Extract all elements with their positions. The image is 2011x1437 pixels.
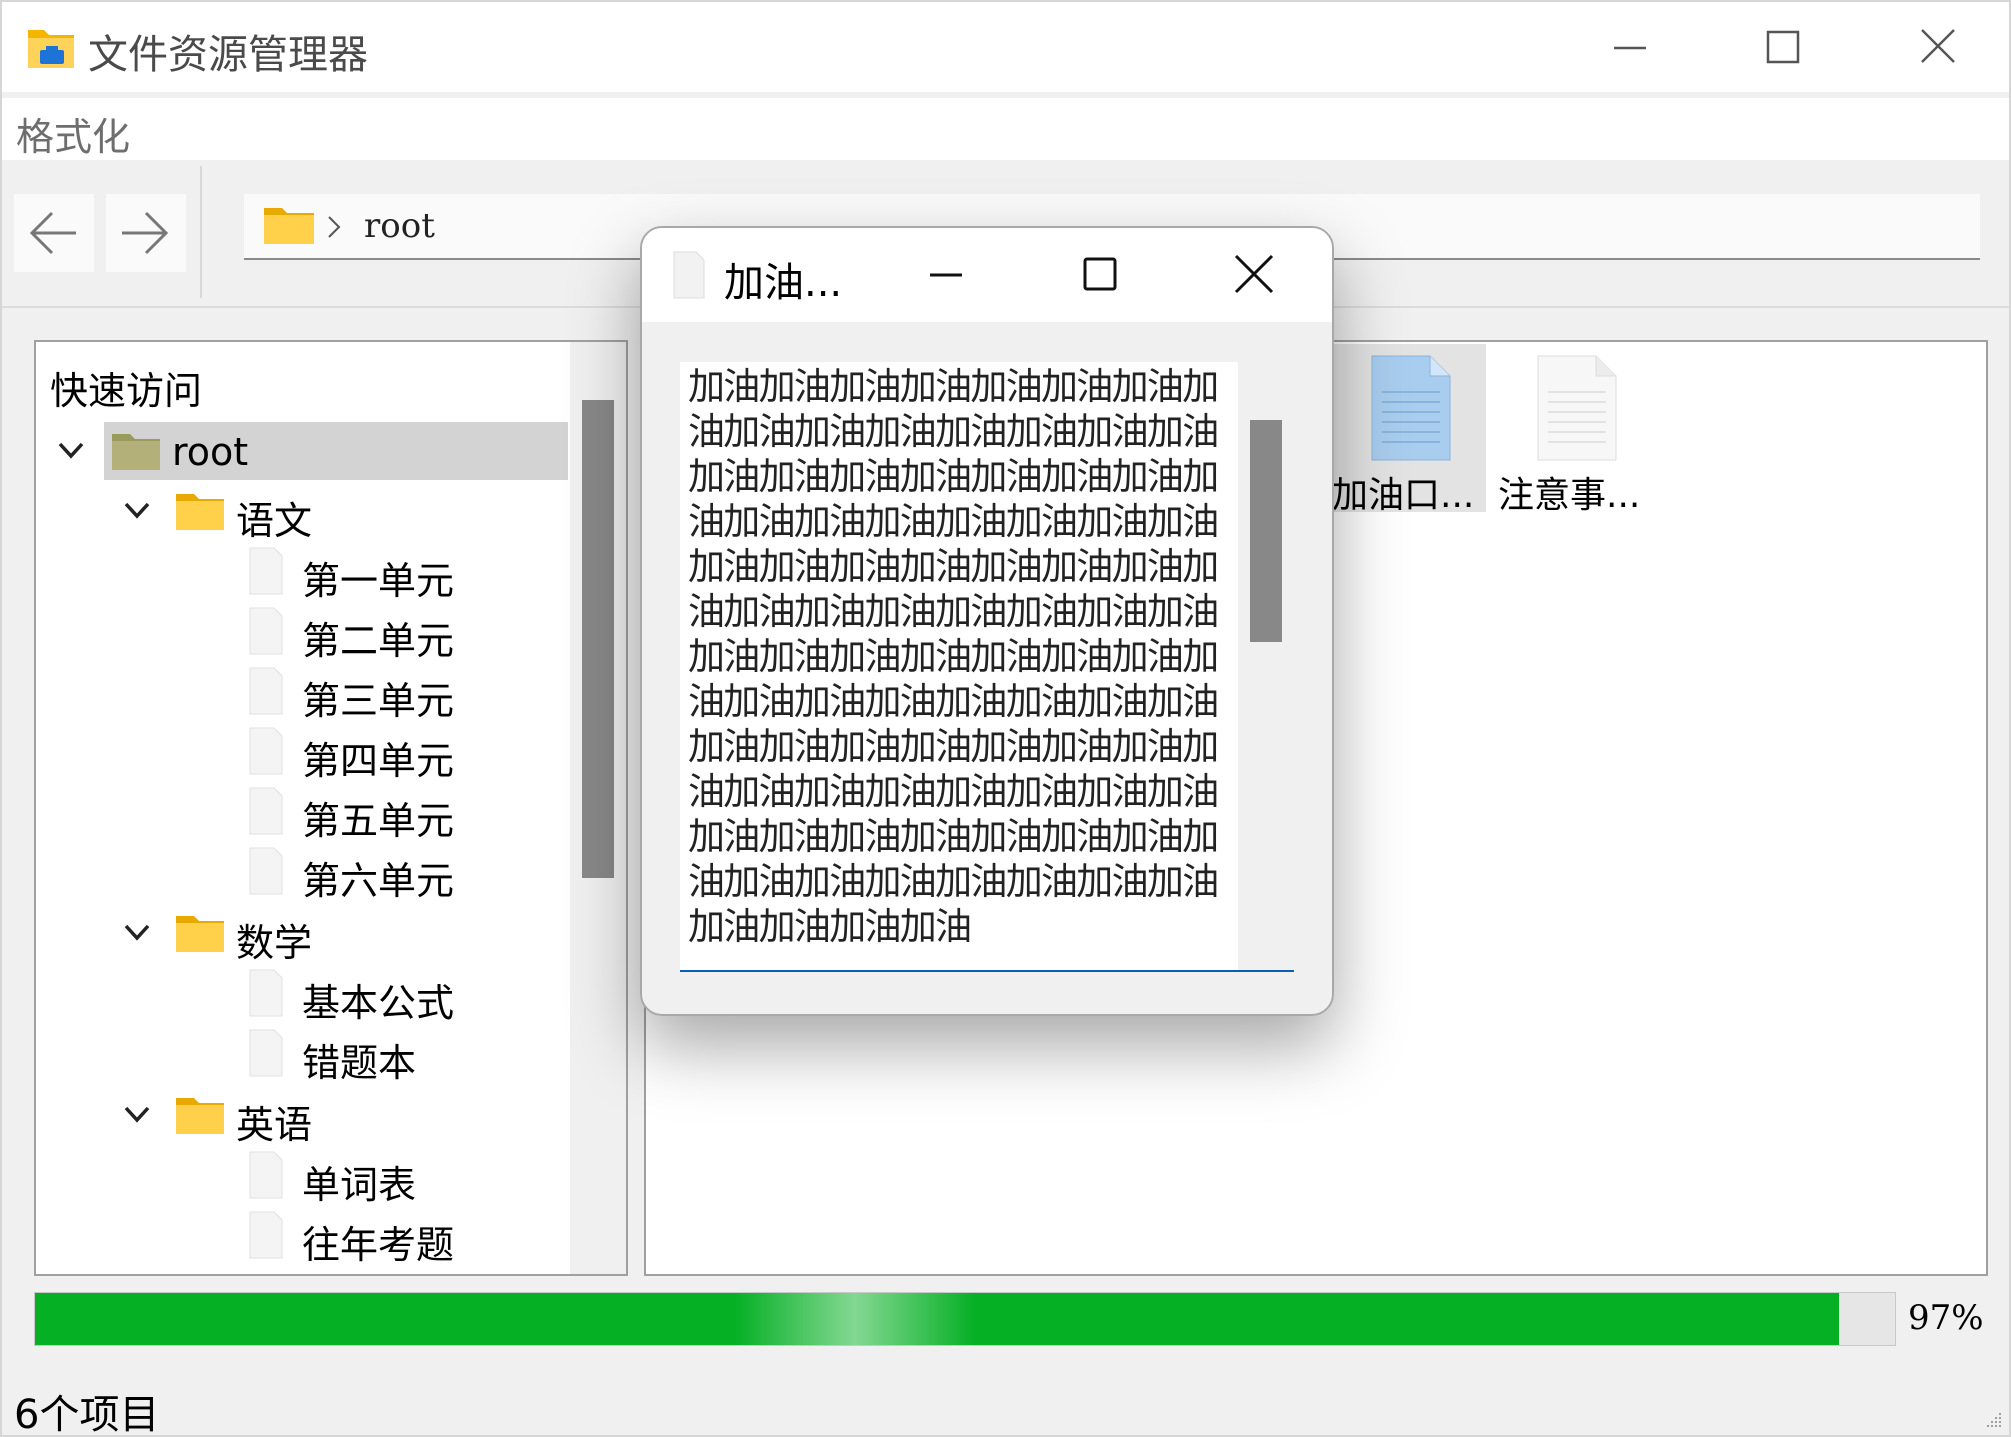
document-icon [249,787,283,835]
chevron-down-icon[interactable] [120,500,154,522]
minimize-icon[interactable] [918,248,974,302]
document-icon [249,847,283,895]
tree-label: 第三单元 [302,679,455,723]
back-button[interactable] [14,194,94,272]
document-icon [249,1151,283,1199]
dialog-scrollbar[interactable] [1238,362,1294,970]
chevron-down-icon[interactable] [120,1104,154,1126]
menu-bar: 格式化 [2,98,2009,160]
progress-fill [35,1293,1840,1345]
folder-icon [176,916,224,952]
tree-file[interactable]: 第五单元 [248,782,548,843]
tree-label: root [172,430,249,474]
tree-file[interactable]: 第一单元 [248,542,548,603]
progress-bar [34,1292,1896,1346]
tree-label: 第四单元 [302,739,455,783]
arrow-left-icon [29,211,76,255]
document-icon [249,607,283,655]
folder-icon [112,434,160,470]
arrow-right-icon [122,211,169,255]
tree-label: 英语 [236,1103,313,1147]
toolbar-separator [200,166,202,298]
file-name: 加油口... [1332,475,1475,516]
navigation-tree: 快速访问 root 语文 第一单元 第二单元 第三单元 第四单元 第五单元 第六… [34,340,628,1276]
tree-label: 错题本 [302,1041,417,1085]
file-preview-dialog: 加油... 加油加油加油加油加油加油加油加油加油加油加油加油加油加油加油加油加油… [640,226,1334,1016]
tree-label: 数学 [236,921,313,965]
tree-folder-chinese[interactable]: 语文 [174,482,554,543]
tree-label: 往年考题 [302,1223,455,1267]
chevron-right-icon [328,216,341,238]
quick-access-header: 快速访问 [50,369,203,413]
tree-label: 基本公式 [302,981,455,1025]
chevron-down-icon[interactable] [120,922,154,944]
document-icon [249,1211,283,1259]
tree-file[interactable]: 第四单元 [248,722,548,783]
tree-label: 单词表 [302,1163,417,1207]
folder-app-icon [28,30,74,68]
dialog-scrollbar-thumb[interactable] [1250,420,1282,642]
document-icon [249,667,283,715]
document-icon [249,1029,283,1077]
close-icon[interactable] [1226,248,1282,302]
tree-scrollbar[interactable] [570,342,626,1274]
maximize-icon[interactable] [1072,248,1128,302]
tree-folder-english[interactable]: 英语 [174,1086,554,1147]
tree-file[interactable]: 第三单元 [248,662,548,723]
text-document-icon [1537,355,1617,461]
file-name: 注意事... [1498,475,1641,516]
document-icon [249,727,283,775]
dialog-title-bar[interactable]: 加油... [642,228,1332,322]
tree-file[interactable]: 错题本 [248,1024,548,1085]
tree-label: 第五单元 [302,799,455,843]
blue-document-icon [1371,355,1451,461]
dialog-text-area[interactable]: 加油加油加油加油加油加油加油加油加油加油加油加油加油加油加油加油加油加油加油加油… [680,362,1294,972]
address-path: root [364,206,435,246]
tree-label: 第六单元 [302,859,455,903]
tree-file[interactable]: 第六单元 [248,842,548,903]
tree-label: 第二单元 [302,619,455,663]
tree-file[interactable]: 第二单元 [248,602,548,663]
file-item[interactable]: 加油口... [1326,344,1486,516]
forward-button[interactable] [106,194,186,272]
window-title: 文件资源管理器 [88,32,368,78]
tree-item-root[interactable]: root [104,422,568,480]
maximize-icon[interactable] [1752,20,1812,76]
tree-file[interactable]: 往年考题 [248,1206,548,1267]
tree-file[interactable]: 单词表 [248,1146,548,1207]
folder-icon [264,208,314,244]
status-item-count: 6个项目 [14,1392,160,1437]
progress-percent: 97% [1908,1298,1984,1338]
dialog-title: 加油... [724,260,843,306]
tree-folder-math[interactable]: 数学 [174,904,554,965]
tree-scrollbar-thumb[interactable] [582,400,614,878]
resize-grip-icon[interactable] [1983,1409,2003,1429]
progress-shine [735,1293,975,1345]
minimize-icon[interactable] [1600,20,1660,76]
tree-label: 第一单元 [302,559,455,603]
dialog-text-content: 加油加油加油加油加油加油加油加油加油加油加油加油加油加油加油加油加油加油加油加油… [688,365,1219,948]
folder-icon [176,1098,224,1134]
title-bar: 文件资源管理器 [2,2,2009,92]
document-icon [673,251,705,299]
document-icon [249,547,283,595]
document-icon [249,969,283,1017]
tree-label: 语文 [236,499,313,543]
menu-format[interactable]: 格式化 [16,106,130,161]
folder-icon [176,494,224,530]
chevron-down-icon[interactable] [54,440,88,462]
close-icon[interactable] [1908,20,1968,76]
tree-file[interactable]: 基本公式 [248,964,548,1025]
file-item[interactable]: 注意事... [1492,344,1652,516]
